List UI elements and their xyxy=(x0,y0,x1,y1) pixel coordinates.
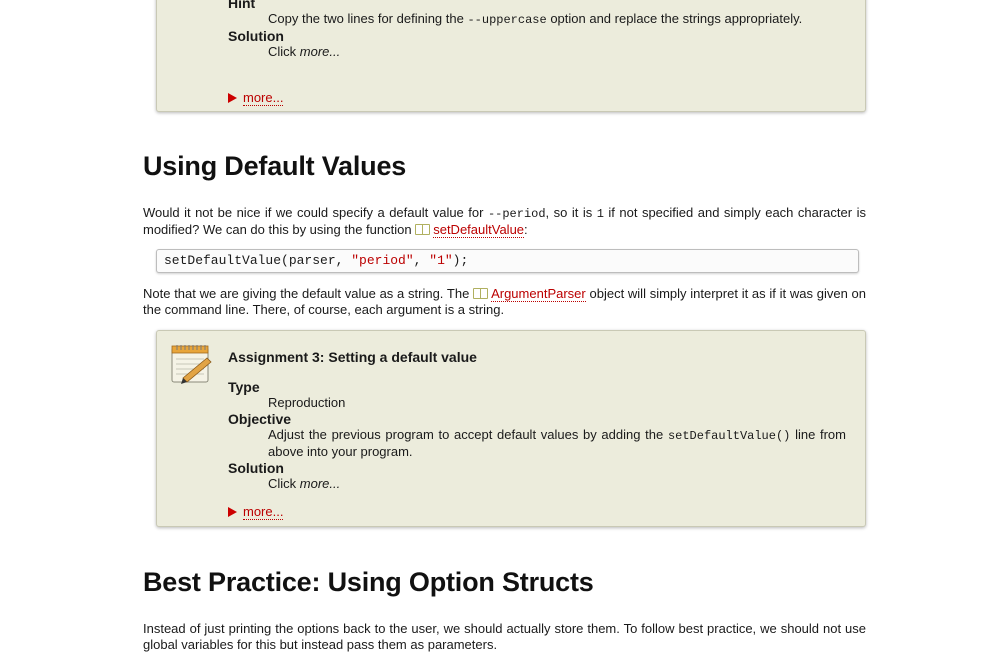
assignment-details: Type Reproduction Objective Adjust the p… xyxy=(228,379,846,492)
type-label: Type xyxy=(228,379,260,395)
expand-triangle-icon xyxy=(228,93,237,103)
hint-label: Hint xyxy=(228,0,256,11)
paragraph-argument-parser: Note that we are giving the default valu… xyxy=(143,286,866,317)
hint-text: Copy the two lines for defining the --up… xyxy=(268,11,803,27)
type-value: Reproduction xyxy=(268,395,346,410)
paragraph-default-values: Would it not be nice if we could specify… xyxy=(143,205,866,238)
solution-text: Click more... xyxy=(268,44,341,59)
objective-text: Adjust the previous program to accept de… xyxy=(268,427,846,459)
solution-label: Solution xyxy=(228,28,284,44)
book-icon xyxy=(415,224,431,235)
hint-list: Hint Copy the two lines for defining the… xyxy=(228,0,846,60)
more-toggle[interactable]: more... xyxy=(228,504,284,520)
solution-more-link[interactable]: more... xyxy=(300,44,340,59)
assignment-box: Assignment 3: Setting a default value Ty… xyxy=(156,330,866,527)
solution-text: Click more... xyxy=(268,476,341,491)
hint-code: --uppercase xyxy=(467,13,547,27)
link-argumentparser[interactable]: ArgumentParser xyxy=(491,286,586,302)
solution-more-link[interactable]: more... xyxy=(300,476,340,491)
assignment-title: Assignment 3: Setting a default value xyxy=(228,349,477,365)
section-heading-default-values: Using Default Values xyxy=(143,151,407,181)
code-block: setDefaultValue(parser, "period", "1"); xyxy=(156,249,859,273)
link-setdefaultvalue[interactable]: setDefaultValue xyxy=(433,222,525,238)
inline-code-one: 1 xyxy=(596,207,604,221)
notepad-icon xyxy=(171,345,212,384)
solution-label: Solution xyxy=(228,460,284,476)
hint-box: Hint Copy the two lines for defining the… xyxy=(156,0,866,112)
more-toggle[interactable]: more... xyxy=(228,90,284,106)
paragraph-best-practice: Instead of just printing the options bac… xyxy=(143,621,866,652)
objective-code: setDefaultValue() xyxy=(667,429,791,443)
expand-triangle-icon xyxy=(228,507,237,517)
inline-code-period: --period xyxy=(487,207,546,221)
objective-label: Objective xyxy=(228,411,292,427)
book-icon xyxy=(473,288,489,299)
section-heading-best-practice: Best Practice: Using Option Structs xyxy=(143,567,594,597)
